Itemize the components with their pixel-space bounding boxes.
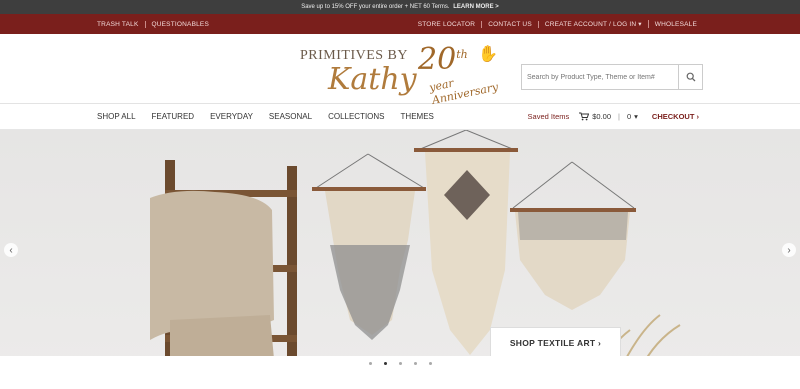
- site-header: PRIMITIVES BY Kathy 20th year Anniversar…: [0, 34, 800, 107]
- chevron-left-icon: ‹: [9, 244, 13, 256]
- search-icon: [686, 72, 695, 82]
- carousel-dot-5[interactable]: [428, 361, 432, 365]
- chevron-right-icon: ›: [787, 244, 791, 256]
- logo-line2: Kathy: [328, 62, 417, 97]
- nav-item-seasonal[interactable]: Seasonal: [269, 112, 312, 121]
- chevron-down-icon: ▾: [634, 112, 638, 121]
- hero-carousel: ‹ › SHOP TEXTILE ART ›: [0, 130, 800, 370]
- hero-image: [150, 130, 681, 370]
- carousel-dot-2[interactable]: [383, 361, 387, 365]
- nav-item-everyday[interactable]: Everyday: [210, 112, 253, 121]
- nav-menu: Shop All Featured Everyday Seasonal Coll…: [97, 112, 434, 121]
- site-logo[interactable]: PRIMITIVES BY Kathy 20th year Anniversar…: [300, 40, 500, 107]
- carousel-dot-3[interactable]: [398, 361, 402, 365]
- cart-separator: |: [618, 112, 620, 121]
- carousel-dots: [0, 356, 800, 370]
- anniversary-number: 20th: [418, 42, 468, 77]
- promo-bar: Save up to 15% OFF your entire order + N…: [0, 0, 800, 14]
- wholesale-link[interactable]: Wholesale: [649, 21, 703, 28]
- hand-logo-icon: ✋: [478, 46, 498, 63]
- checkout-link[interactable]: CHECKOUT ›: [652, 112, 699, 121]
- utility-right: Store Locator Contact Us Create Account …: [418, 20, 703, 28]
- account-login-link[interactable]: Create Account / Log In ▾: [539, 20, 649, 28]
- shop-textile-art-button[interactable]: SHOP TEXTILE ART ›: [490, 327, 621, 358]
- promo-text: Save up to 15% OFF your entire order + N…: [301, 4, 450, 10]
- nav-item-featured[interactable]: Featured: [152, 112, 195, 121]
- cart-count: 0: [626, 112, 632, 121]
- saved-items-link[interactable]: Saved Items: [528, 112, 570, 121]
- cart-icon: [579, 112, 590, 121]
- nav-item-collections[interactable]: Collections: [328, 112, 384, 121]
- search-button[interactable]: [678, 65, 702, 89]
- search-input[interactable]: [522, 65, 678, 89]
- trash-talk-link[interactable]: Trash Talk: [97, 20, 146, 28]
- carousel-prev-button[interactable]: ‹: [4, 243, 18, 257]
- carousel-dot-1[interactable]: [368, 361, 372, 365]
- questionables-link[interactable]: Questionables: [146, 21, 216, 28]
- nav-item-themes[interactable]: Themes: [401, 112, 434, 121]
- carousel-dot-4[interactable]: [413, 361, 417, 365]
- utility-bar: Trash Talk Questionables Store Locator C…: [0, 14, 800, 34]
- cart-total: $0.00: [592, 112, 612, 121]
- cart-link[interactable]: $0.00 | 0 ▾: [579, 112, 638, 121]
- utility-left: Trash Talk Questionables: [97, 20, 216, 28]
- store-locator-link[interactable]: Store Locator: [418, 20, 483, 28]
- carousel-next-button[interactable]: ›: [782, 243, 796, 257]
- nav-right: Saved Items $0.00 | 0 ▾ CHECKOUT ›: [528, 112, 699, 121]
- search-box: [521, 64, 703, 90]
- learn-more-link[interactable]: LEARN MORE >: [453, 4, 499, 10]
- main-nav: Shop All Featured Everyday Seasonal Coll…: [0, 104, 800, 130]
- nav-item-shop-all[interactable]: Shop All: [97, 112, 136, 121]
- contact-us-link[interactable]: Contact Us: [482, 20, 539, 28]
